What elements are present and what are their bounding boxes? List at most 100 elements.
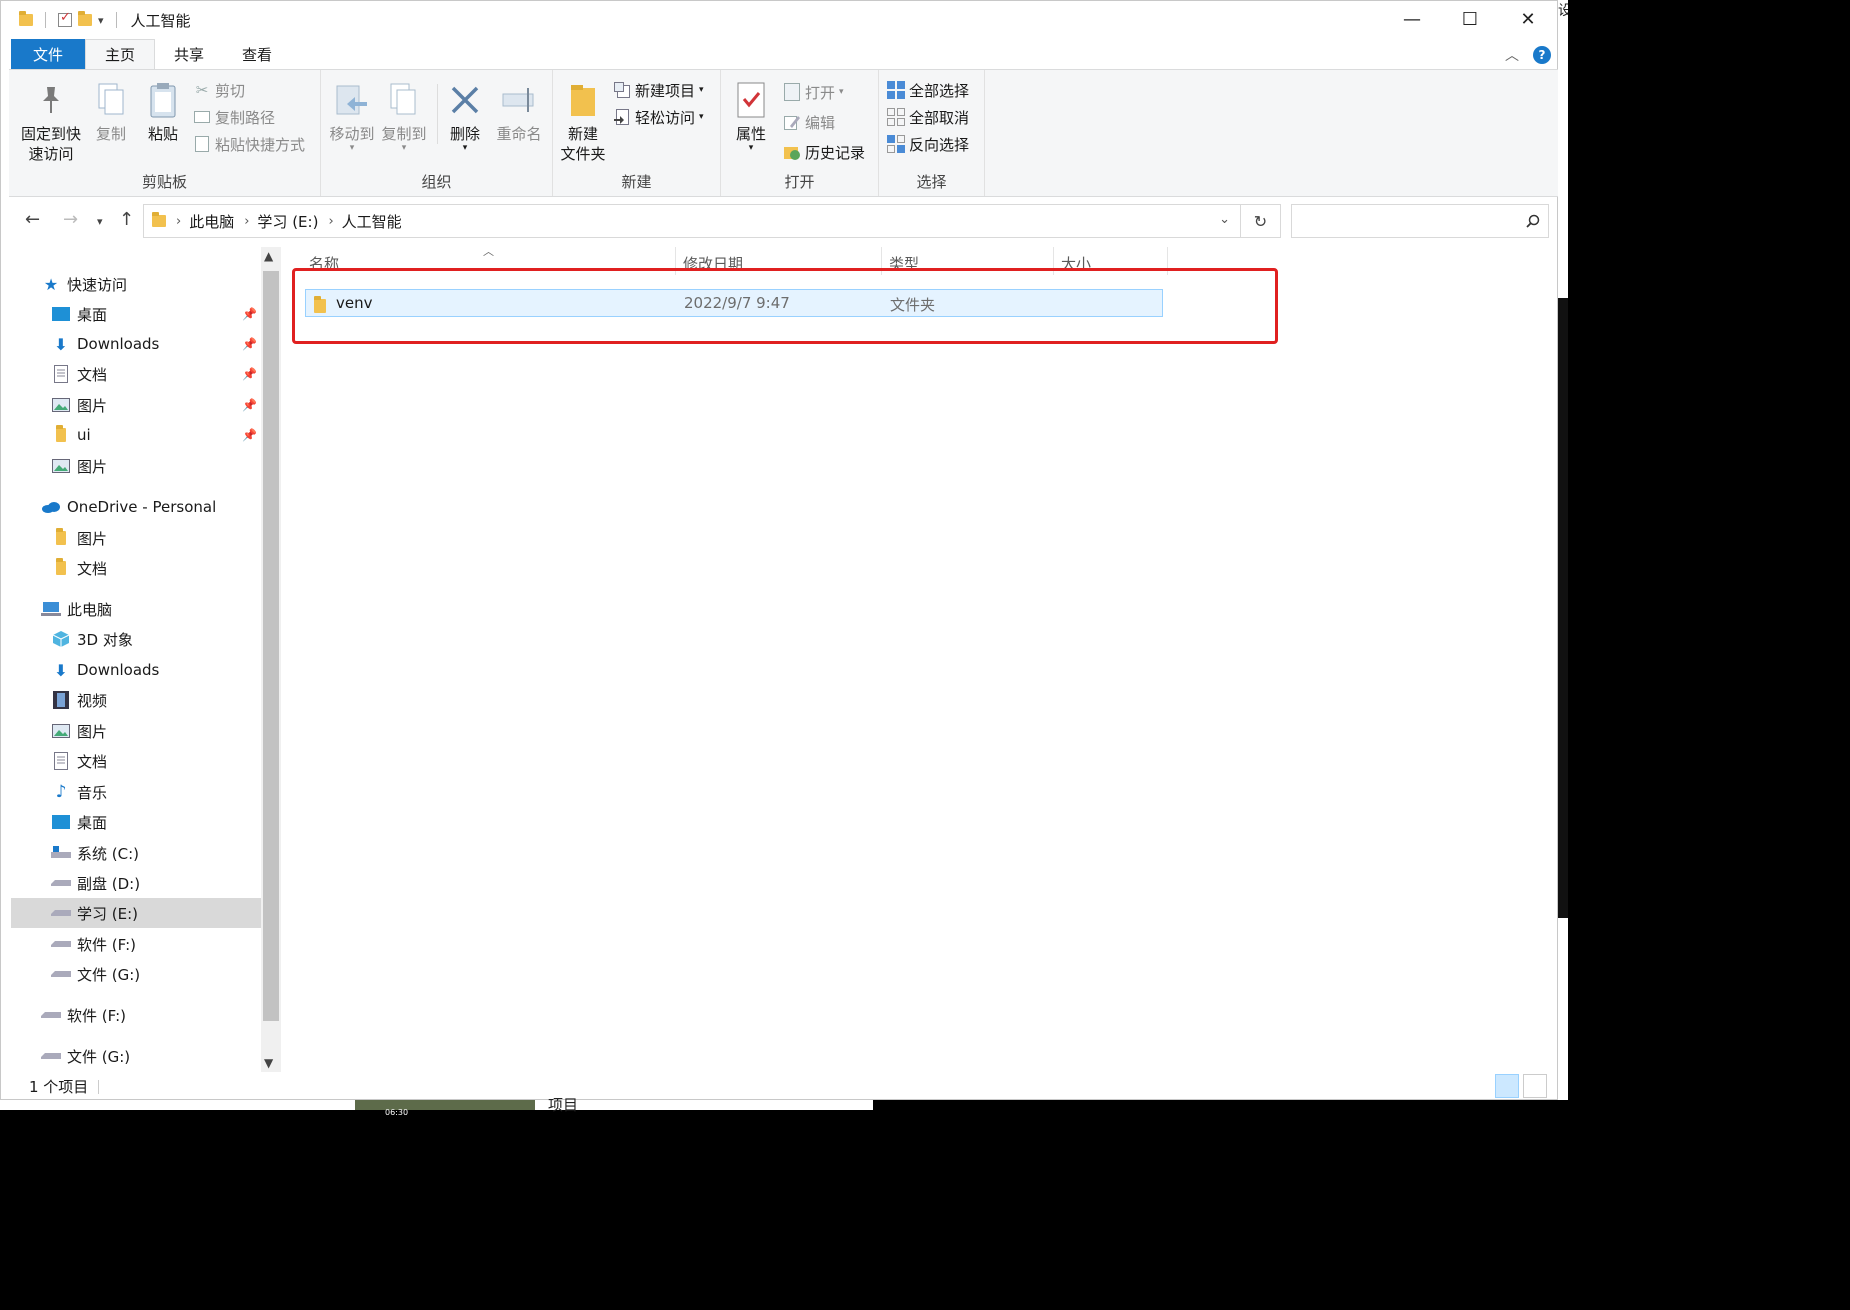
nav-scrollbar[interactable]: ▲ ▼: [261, 247, 281, 1072]
breadcrumb-this-pc[interactable]: 此电脑: [189, 211, 234, 232]
properties-button[interactable]: 属性 ▾: [727, 80, 775, 153]
drive-icon: [41, 1047, 61, 1065]
nav-videos[interactable]: 视频: [11, 685, 261, 715]
recent-locations-icon[interactable]: ▾: [97, 215, 103, 228]
nav-item-downloads[interactable]: ⬇ Downloads 📌: [11, 329, 261, 359]
new-folder-button[interactable]: 新建 文件夹: [557, 80, 609, 164]
collapse-ribbon-icon[interactable]: ︿: [1505, 45, 1519, 65]
star-icon: ★: [43, 274, 59, 294]
copy-to-button[interactable]: 复制到 ▾: [379, 80, 429, 153]
scroll-down-icon[interactable]: ▼: [264, 1056, 273, 1070]
history-button[interactable]: 历史记录: [783, 140, 865, 164]
copy-path-button[interactable]: 复制路径: [193, 105, 275, 129]
nav-this-pc[interactable]: 此电脑: [11, 594, 261, 624]
pin-icon[interactable]: 📌: [242, 428, 257, 442]
chevron-down-icon[interactable]: ⌄: [1219, 212, 1230, 227]
open-group: 属性 ▾ 打开 ▾ 编辑 历史记录 打开: [721, 70, 879, 196]
details-view-icon[interactable]: [1495, 1074, 1519, 1098]
file-explorer-window: ▾ 人工智能 — ☐ ✕ 文件 主页 共享 查看 ︿ ? 固定到快 速访问: [0, 0, 1559, 1100]
breadcrumb-drive-e[interactable]: 学习 (E:): [257, 211, 318, 232]
background-label: 项目: [548, 1096, 579, 1114]
properties-quick-icon[interactable]: [58, 10, 72, 27]
pin-icon[interactable]: 📌: [242, 367, 257, 381]
nav-pc-downloads[interactable]: ⬇ Downloads: [11, 655, 261, 685]
scrollbar-thumb[interactable]: [263, 271, 279, 1021]
customize-qat-icon[interactable]: ▾: [98, 14, 104, 27]
nav-drive-f[interactable]: 软件 (F:): [11, 929, 261, 959]
paste-shortcut-icon: [193, 135, 211, 153]
minimize-button[interactable]: —: [1383, 1, 1441, 37]
pin-to-quick-access-button[interactable]: 固定到快 速访问: [15, 80, 87, 164]
navigation-pane: ★ 快速访问 桌面 📌 ⬇ Downloads 📌 文档 📌 图片 📌 ui 📌: [11, 247, 261, 1072]
nav-drive-e[interactable]: 学习 (E:): [11, 898, 261, 928]
nav-network-drive-f[interactable]: 软件 (F:): [11, 1000, 261, 1030]
search-input[interactable]: [1291, 204, 1549, 238]
nav-item-documents[interactable]: 文档 📌: [11, 359, 261, 389]
address-input[interactable]: › 此电脑 › 学习 (E:) › 人工智能 ⌄: [143, 204, 1241, 238]
nav-pc-pictures[interactable]: 图片: [11, 716, 261, 746]
nav-onedrive-documents[interactable]: 文档: [11, 553, 261, 583]
scroll-up-icon[interactable]: ▲: [264, 249, 273, 263]
up-arrow-icon[interactable]: ↑: [119, 209, 134, 230]
tab-share[interactable]: 共享: [155, 39, 223, 69]
easy-access-button[interactable]: 轻松访问 ▾: [613, 105, 704, 129]
nav-pc-documents[interactable]: 文档: [11, 746, 261, 776]
invert-selection-button[interactable]: 反向选择: [887, 132, 969, 156]
nav-music[interactable]: ♪ 音乐: [11, 777, 261, 807]
help-icon[interactable]: ?: [1533, 46, 1551, 64]
select-all-button[interactable]: 全部选择: [887, 78, 969, 102]
open-button[interactable]: 打开 ▾: [783, 80, 844, 104]
scissors-icon: ✂: [195, 81, 209, 99]
cut-button[interactable]: ✂ 剪切: [193, 78, 245, 102]
select-none-button[interactable]: 全部取消: [887, 105, 969, 129]
download-arrow-icon: ⬇: [54, 334, 68, 354]
annotation-highlight-box: [292, 268, 1278, 344]
nav-drive-c[interactable]: 系统 (C:): [11, 838, 261, 868]
new-folder-quick-icon[interactable]: [78, 11, 92, 26]
large-icons-view-icon[interactable]: [1523, 1074, 1547, 1098]
paste-shortcut-button[interactable]: 粘贴快捷方式: [193, 132, 305, 156]
chevron-right-icon[interactable]: ›: [244, 214, 249, 229]
nav-item-desktop[interactable]: 桌面 📌: [11, 299, 261, 329]
maximize-button[interactable]: ☐: [1441, 1, 1499, 37]
nav-item-ui[interactable]: ui 📌: [11, 420, 261, 450]
chevron-right-icon[interactable]: ›: [176, 214, 181, 229]
new-group: 新建 文件夹 新建项目 ▾ 轻松访问 ▾ 新建: [553, 70, 721, 196]
nav-drive-g[interactable]: 文件 (G:): [11, 959, 261, 989]
nav-item-pictures-2[interactable]: 图片: [11, 451, 261, 481]
forward-arrow-icon[interactable]: →: [63, 209, 78, 230]
edit-button[interactable]: 编辑: [783, 110, 835, 134]
new-item-button[interactable]: 新建项目 ▾: [613, 78, 704, 102]
back-arrow-icon[interactable]: ←: [25, 209, 40, 230]
pin-icon[interactable]: 📌: [242, 398, 257, 412]
drive-icon: [51, 874, 71, 892]
nav-network-drive-g[interactable]: 文件 (G:): [11, 1041, 261, 1071]
paste-button[interactable]: 粘贴: [141, 80, 185, 144]
nav-item-pictures[interactable]: 图片 📌: [11, 390, 261, 420]
breadcrumb-current-folder[interactable]: 人工智能: [342, 211, 402, 232]
pin-icon[interactable]: 📌: [242, 337, 257, 351]
copy-button[interactable]: 复制: [89, 80, 133, 144]
rename-icon: [501, 80, 537, 120]
cube-3d-icon: [51, 630, 71, 648]
copy-path-icon: [193, 108, 211, 126]
close-button[interactable]: ✕: [1499, 1, 1557, 37]
chevron-right-icon[interactable]: ›: [328, 214, 333, 229]
easy-access-icon: [613, 108, 631, 126]
nav-onedrive-pictures[interactable]: 图片: [11, 523, 261, 553]
nav-drive-d[interactable]: 副盘 (D:): [11, 868, 261, 898]
tab-view[interactable]: 查看: [223, 39, 291, 69]
window-title: 人工智能: [130, 11, 191, 30]
nav-3d-objects[interactable]: 3D 对象: [11, 624, 261, 654]
nav-pc-desktop[interactable]: 桌面: [11, 807, 261, 837]
rename-button[interactable]: 重命名: [491, 80, 547, 144]
tab-file[interactable]: 文件: [11, 39, 86, 69]
delete-button[interactable]: 删除 ▾: [443, 80, 487, 153]
nav-quick-access[interactable]: ★ 快速访问: [11, 269, 261, 299]
pin-icon[interactable]: 📌: [242, 307, 257, 321]
tab-home[interactable]: 主页: [85, 39, 156, 69]
move-to-button[interactable]: 移动到 ▾: [327, 80, 377, 153]
refresh-button[interactable]: ↻: [1241, 204, 1281, 238]
nav-onedrive[interactable]: OneDrive - Personal: [11, 492, 261, 522]
film-icon: [51, 691, 71, 709]
